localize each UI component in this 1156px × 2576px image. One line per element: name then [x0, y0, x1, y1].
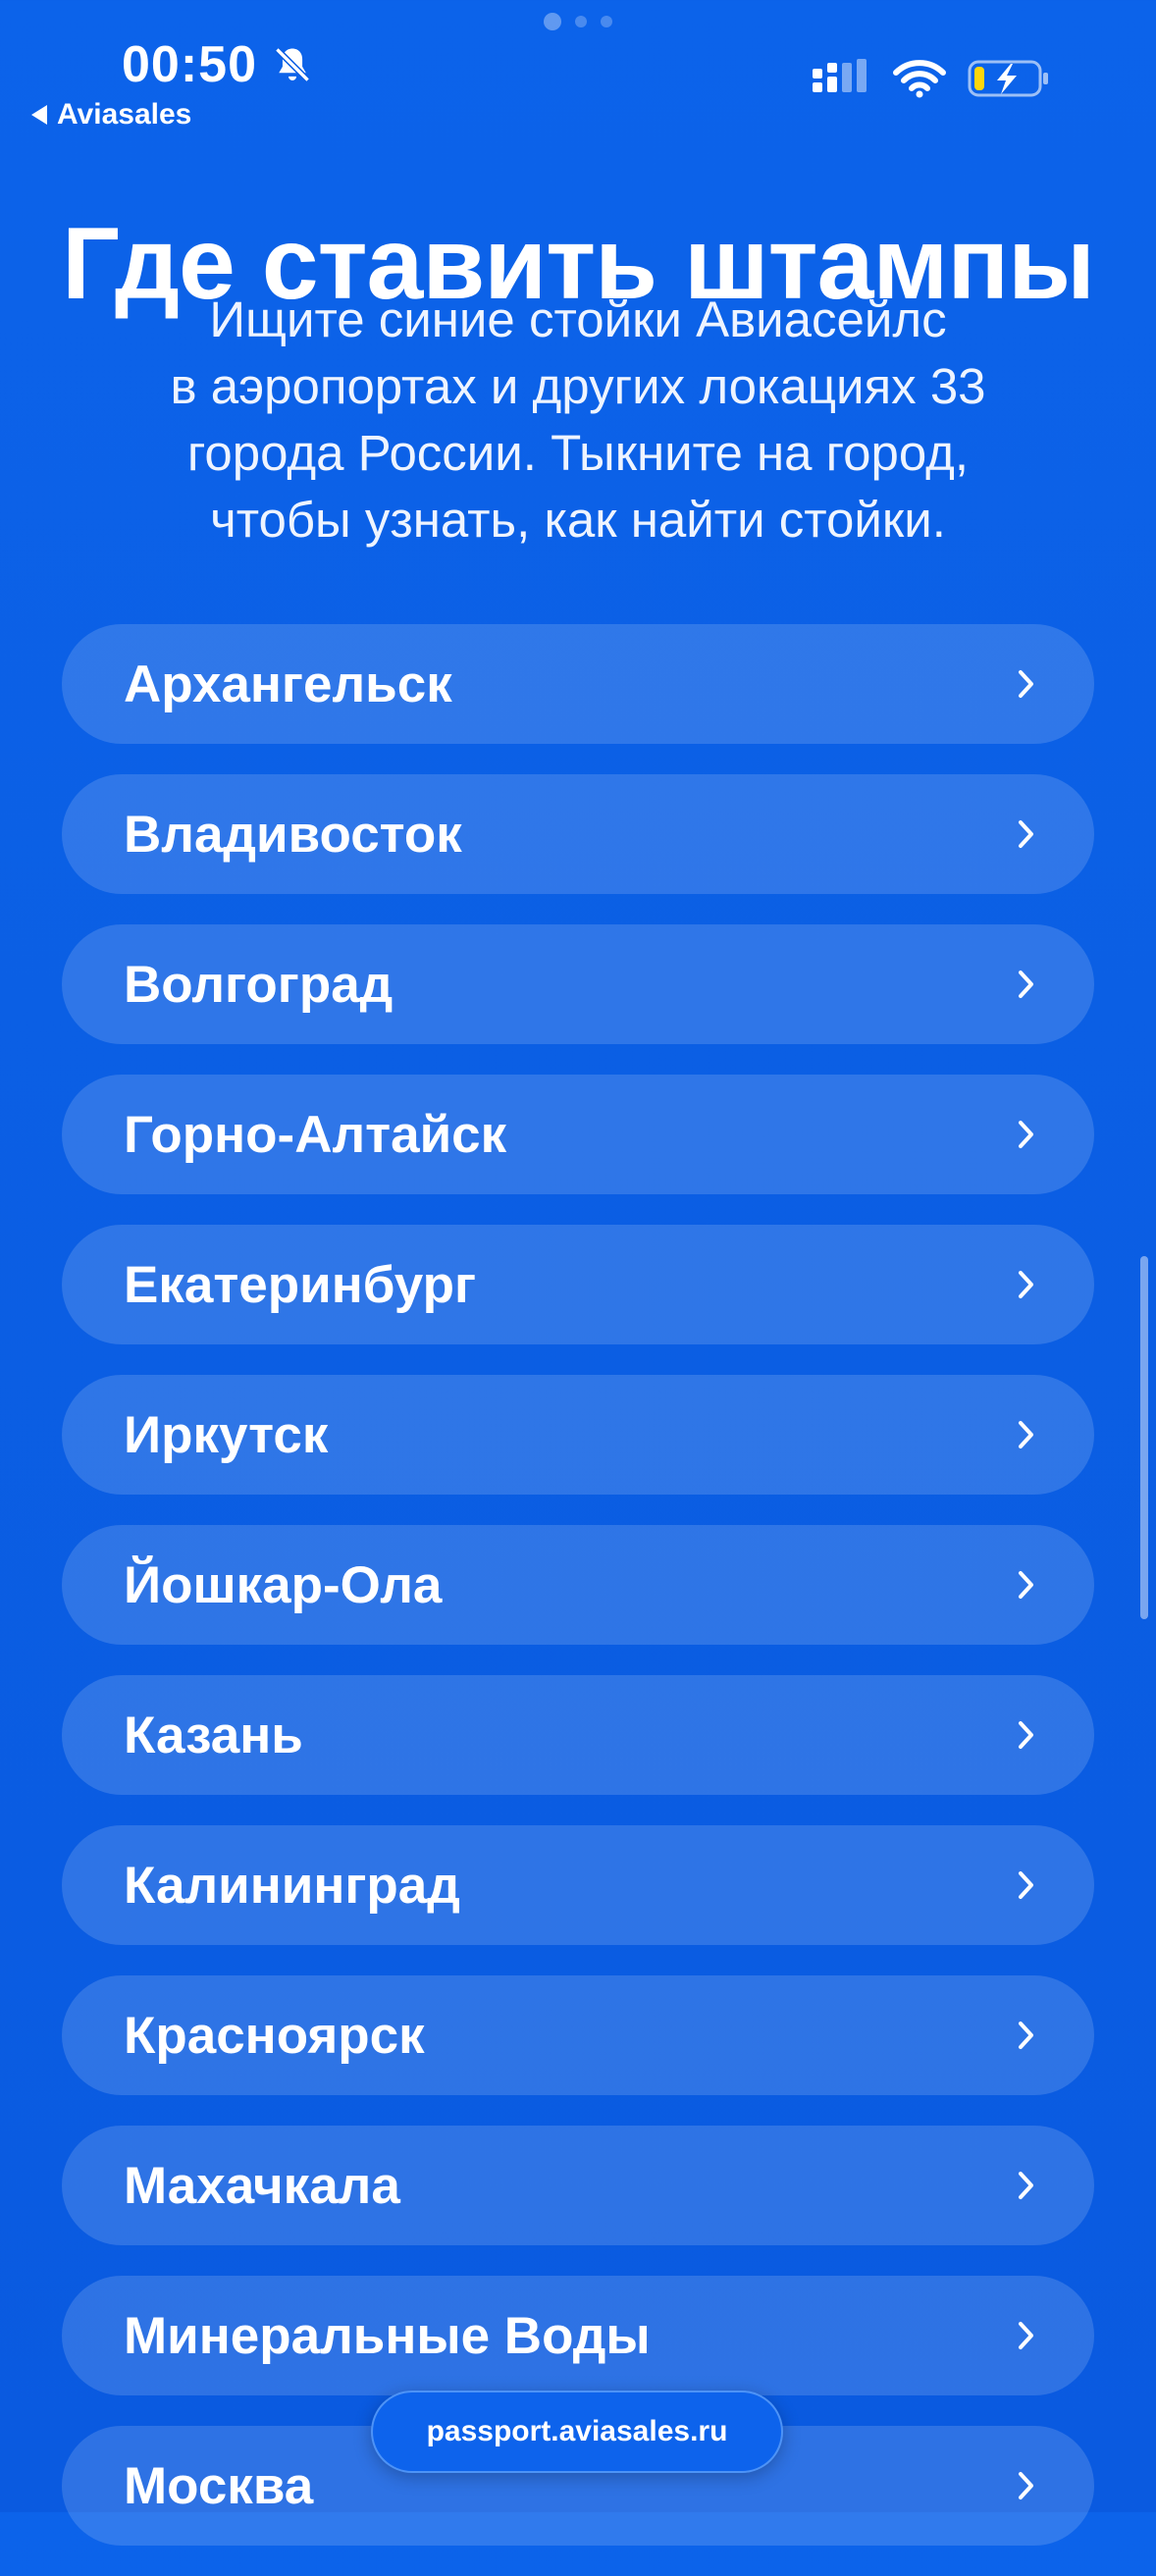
cellular-signal-icon: [813, 59, 867, 92]
city-name: Иркутск: [124, 1405, 329, 1464]
chevron-right-icon: [1019, 820, 1033, 848]
description-line: Ищите синие стойки Авиасейлс: [209, 291, 947, 347]
city-item-mineralnye-vody[interactable]: Минеральные Воды: [62, 2276, 1094, 2395]
city-item-makhachkala[interactable]: Махачкала: [62, 2126, 1094, 2245]
chevron-right-icon: [1019, 1271, 1033, 1298]
chevron-right-icon: [1019, 2022, 1033, 2049]
city-name: Минеральные Воды: [124, 2306, 651, 2365]
chevron-right-icon: [1019, 2172, 1033, 2199]
city-item-kazan[interactable]: Казань: [62, 1675, 1094, 1795]
page-description: Ищите синие стойки Авиасейлс в аэропорта…: [87, 287, 1069, 553]
back-app-label: Aviasales: [57, 98, 192, 131]
page-dot-active: [544, 13, 561, 30]
city-name: Екатеринбург: [124, 1255, 477, 1314]
city-item-kaliningrad[interactable]: Калининград: [62, 1825, 1094, 1945]
city-item-volgograd[interactable]: Волгоград: [62, 924, 1094, 1044]
city-item-yoshkar-ola[interactable]: Йошкар-Ола: [62, 1525, 1094, 1645]
chevron-right-icon: [1019, 1871, 1033, 1899]
city-name: Горно-Алтайск: [124, 1105, 507, 1164]
city-item-yekaterinburg[interactable]: Екатеринбург: [62, 1225, 1094, 1344]
bell-slash-icon: [275, 47, 310, 82]
wifi-icon: [893, 60, 946, 98]
city-name: Казань: [124, 1706, 303, 1764]
description-line: города России. Тыкните на город,: [186, 425, 970, 481]
back-to-app-link[interactable]: Aviasales: [31, 98, 191, 131]
city-name: Красноярск: [124, 2006, 425, 2065]
status-clock: 00:50: [122, 35, 314, 94]
status-indicators: [813, 59, 1050, 98]
page-indicator: [0, 13, 1156, 30]
city-item-gorno-altaysk[interactable]: Горно-Алтайск: [62, 1075, 1094, 1194]
description-line: в аэропортах и других локациях 33: [170, 358, 986, 414]
browser-url-pill[interactable]: passport.aviasales.ru: [371, 2391, 783, 2473]
chevron-right-icon: [1019, 971, 1033, 998]
scrollbar[interactable]: [1140, 1256, 1148, 1619]
chevron-right-icon: [1019, 2472, 1033, 2499]
city-item-arkhangelsk[interactable]: Архангельск: [62, 624, 1094, 744]
city-item-irkutsk[interactable]: Иркутск: [62, 1375, 1094, 1495]
battery-charging-icon: [968, 60, 1048, 97]
city-list: Архангельск Владивосток Волгоград Горно-…: [62, 624, 1094, 2576]
city-name: Махачкала: [124, 2156, 400, 2215]
chevron-right-icon: [1019, 1121, 1033, 1148]
url-text: passport.aviasales.ru: [426, 2415, 728, 2447]
back-caret-icon: [31, 105, 47, 125]
status-time-text: 00:50: [122, 36, 257, 93]
city-name: Владивосток: [124, 805, 462, 864]
city-item-vladivostok[interactable]: Владивосток: [62, 774, 1094, 894]
chevron-right-icon: [1019, 1421, 1033, 1448]
chevron-right-icon: [1019, 1721, 1033, 1749]
chevron-right-icon: [1019, 1571, 1033, 1599]
city-name: Калининград: [124, 1856, 460, 1915]
city-name: Йошкар-Ола: [124, 1555, 443, 1614]
chevron-right-icon: [1019, 670, 1033, 698]
city-name: Волгоград: [124, 955, 394, 1014]
page-dot: [575, 16, 587, 27]
description-line: чтобы узнать, как найти стойки.: [210, 492, 946, 548]
city-item-krasnoyarsk[interactable]: Красноярск: [62, 1975, 1094, 2095]
city-name: Москва: [124, 2456, 314, 2515]
city-name: Архангельск: [124, 655, 452, 713]
chevron-right-icon: [1019, 2322, 1033, 2349]
page-dot: [601, 16, 612, 27]
